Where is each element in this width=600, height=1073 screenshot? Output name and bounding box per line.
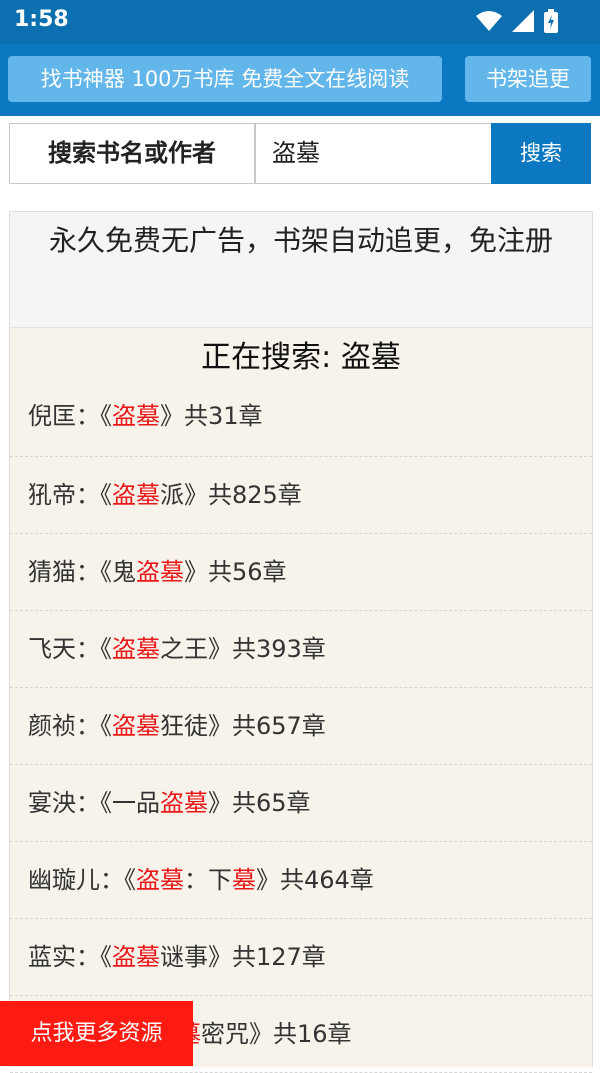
result-item[interactable]: 颜祯：《盗墓狂徒》共657章 bbox=[10, 688, 592, 765]
more-resources-button[interactable]: 点我更多资源 bbox=[0, 1001, 193, 1066]
search-bar: 搜索书名或作者 盗墓 搜索 bbox=[9, 123, 591, 184]
searching-term: 盗墓 bbox=[340, 340, 401, 375]
status-icons bbox=[476, 8, 558, 34]
result-text: 猜猫： bbox=[28, 558, 100, 586]
search-label: 搜索书名或作者 bbox=[9, 123, 255, 184]
result-text: 盗墓 bbox=[112, 402, 160, 430]
results-panel: 永久免费无广告，书架自动追更，免注册 正在搜索: 盗墓 倪匡：《盗墓》共31章 … bbox=[9, 211, 593, 1073]
result-text: 盗墓 bbox=[112, 943, 160, 971]
result-text: 》 bbox=[160, 402, 184, 430]
result-text: 盗墓 bbox=[112, 712, 160, 740]
result-text: 幽璇儿： bbox=[28, 866, 124, 894]
status-time: 1:58 bbox=[14, 7, 69, 32]
result-text: 共31章 bbox=[184, 402, 263, 430]
result-text: 《 bbox=[100, 402, 112, 430]
result-text: 》 bbox=[184, 481, 208, 509]
result-text: 》 bbox=[208, 712, 232, 740]
result-text: 派 bbox=[160, 481, 184, 509]
result-text: 犼帝： bbox=[28, 481, 100, 509]
result-text: 谜事 bbox=[160, 943, 208, 971]
result-text: 《 bbox=[100, 558, 112, 586]
result-text: 》 bbox=[184, 558, 208, 586]
result-text: 共825章 bbox=[208, 481, 302, 509]
result-text: 之王 bbox=[160, 635, 208, 663]
status-bar: 1:58 bbox=[0, 0, 600, 44]
result-text: 宴泱： bbox=[28, 789, 100, 817]
result-text: 盗墓 bbox=[136, 866, 184, 894]
result-text: 鬼 bbox=[112, 558, 136, 586]
result-text: 《 bbox=[100, 481, 112, 509]
app-header: 找书神器 100万书库 免费全文在线阅读 书架追更 bbox=[0, 44, 600, 116]
banner-button[interactable]: 找书神器 100万书库 免费全文在线阅读 bbox=[8, 56, 442, 102]
battery-icon bbox=[544, 9, 558, 33]
result-text: 盗墓 bbox=[112, 481, 160, 509]
result-item[interactable]: 犼帝：《盗墓派》共825章 bbox=[10, 457, 592, 534]
result-text: 共393章 bbox=[232, 635, 326, 663]
result-text: 盗墓 bbox=[160, 789, 208, 817]
result-text: 《 bbox=[124, 866, 136, 894]
bookshelf-button[interactable]: 书架追更 bbox=[465, 56, 591, 102]
result-item[interactable]: 猜猫：《鬼盗墓》共56章 bbox=[10, 534, 592, 611]
search-input[interactable]: 盗墓 bbox=[255, 123, 503, 184]
result-text: 一品 bbox=[112, 789, 160, 817]
result-text: 》 bbox=[208, 943, 232, 971]
result-text: 盗墓 bbox=[112, 635, 160, 663]
wifi-icon bbox=[476, 11, 502, 31]
result-text: 墓 bbox=[232, 866, 256, 894]
result-text: 狂徒 bbox=[160, 712, 208, 740]
result-text: 共657章 bbox=[232, 712, 326, 740]
result-text: 颜祯： bbox=[28, 712, 100, 740]
result-item[interactable]: 倪匡：《盗墓》共31章 bbox=[10, 386, 592, 457]
result-item[interactable]: 幽璇儿：《盗墓：下墓》共464章 bbox=[10, 842, 592, 919]
panel-headline: 永久免费无广告，书架自动追更，免注册 bbox=[10, 212, 592, 328]
searching-prefix: 正在搜索: bbox=[201, 340, 341, 375]
result-text: 倪匡： bbox=[28, 402, 100, 430]
result-text: 飞天： bbox=[28, 635, 100, 663]
result-text: 》 bbox=[208, 789, 232, 817]
result-text: 《 bbox=[100, 943, 112, 971]
result-text: 盗墓 bbox=[136, 558, 184, 586]
result-text: 《 bbox=[100, 712, 112, 740]
result-text: 》 bbox=[256, 866, 280, 894]
result-item[interactable]: 蓝实：《盗墓谜事》共127章 bbox=[10, 919, 592, 996]
result-text: 共65章 bbox=[232, 789, 311, 817]
result-text: 《 bbox=[100, 635, 112, 663]
result-text: ：下 bbox=[184, 866, 232, 894]
searching-status: 正在搜索: 盗墓 bbox=[10, 328, 592, 386]
result-text: 共127章 bbox=[232, 943, 326, 971]
result-item[interactable]: 飞天：《盗墓之王》共393章 bbox=[10, 611, 592, 688]
search-button[interactable]: 搜索 bbox=[491, 123, 591, 184]
result-text: 》 bbox=[208, 635, 232, 663]
result-text: 共16章 bbox=[273, 1020, 352, 1048]
result-item[interactable]: 宴泱：《一品盗墓》共65章 bbox=[10, 765, 592, 842]
result-text: 蓝实： bbox=[28, 943, 100, 971]
result-text: 共464章 bbox=[280, 866, 374, 894]
result-text: 《 bbox=[100, 789, 112, 817]
result-text: 密咒 bbox=[201, 1020, 249, 1048]
result-text: 共56章 bbox=[208, 558, 287, 586]
signal-icon bbox=[512, 10, 534, 32]
result-text: 》 bbox=[249, 1020, 273, 1048]
